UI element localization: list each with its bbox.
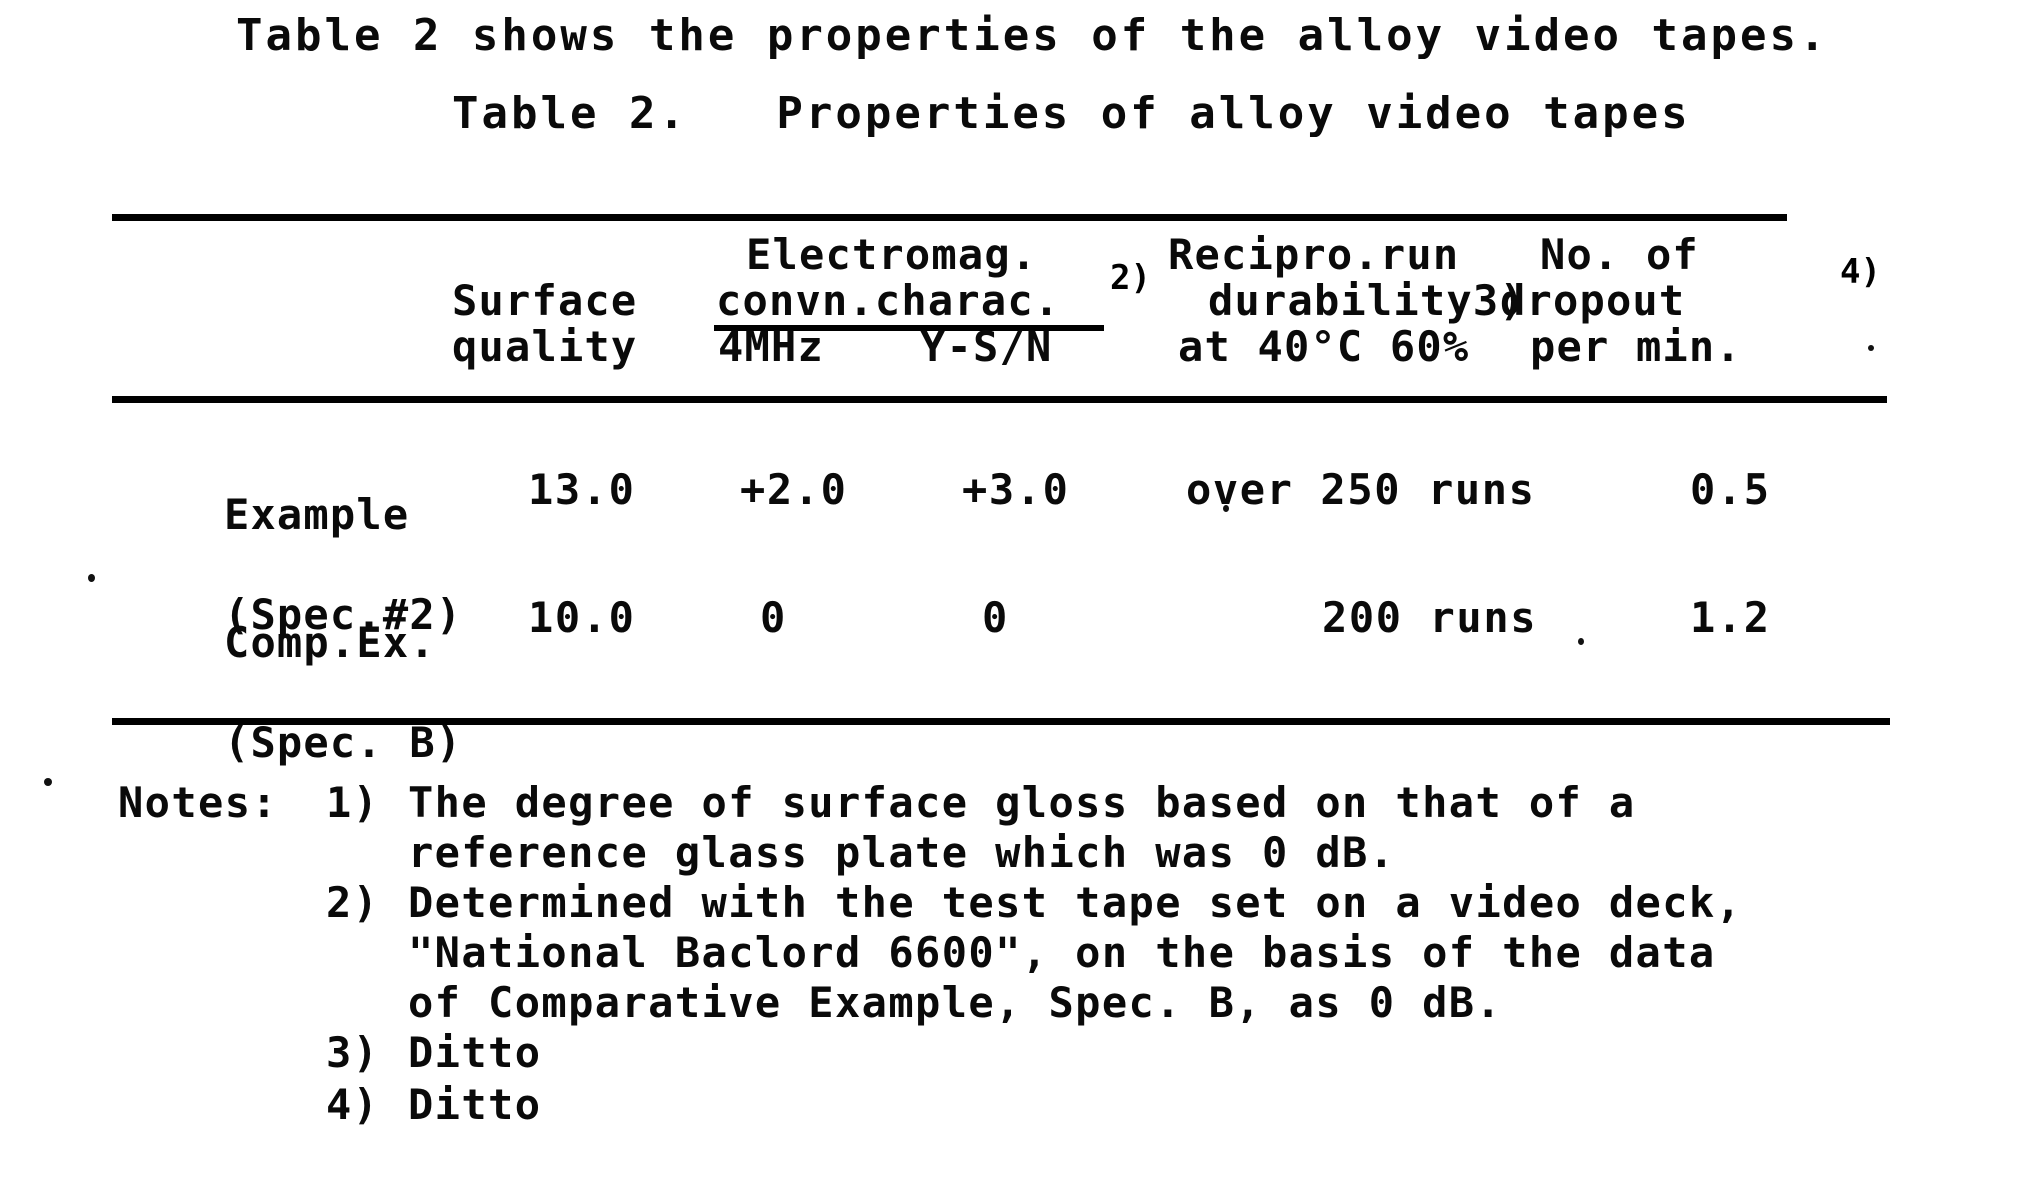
column-header-electromag-line2: convn.charac. — [716, 276, 1061, 325]
cell-em-ysn: +3.0 — [962, 465, 1070, 514]
column-header-surface-quality-line1: Surface — [452, 276, 638, 325]
note-2-line-1: Determined with the test tape set on a v… — [408, 878, 1743, 927]
intro-sentence: Table 2 shows the properties of the allo… — [236, 10, 1829, 61]
cell-dropout: 1.2 — [1690, 593, 1771, 642]
column-subheader-y-s-n: Y-S/N — [920, 322, 1053, 371]
cell-em-4mhz: 0 — [760, 593, 787, 642]
notes-label: Notes: — [118, 778, 279, 827]
column-header-surface-quality-line2: quality — [452, 322, 638, 371]
footnote-marker-2: 2) — [1110, 258, 1151, 298]
scan-speckle-icon — [1578, 638, 1584, 645]
column-header-durability-line1: Recipro.run — [1168, 230, 1460, 279]
row-label-line1: Comp.Ex. — [223, 618, 436, 667]
note-1-line-1: The degree of surface gloss based on tha… — [408, 778, 1636, 827]
column-header-electromag-line1: Electromag. — [746, 230, 1038, 279]
note-2-line-3: of Comparative Example, Spec. B, as 0 dB… — [408, 978, 1503, 1027]
note-4-line-1: Ditto — [408, 1080, 542, 1129]
column-header-dropout-line1: No. of — [1540, 230, 1699, 279]
cell-em-4mhz: +2.0 — [740, 465, 848, 514]
scan-speckle-icon — [88, 574, 95, 582]
column-header-dropout-line2: dropout — [1500, 276, 1686, 325]
note-number-4: 4) — [326, 1080, 380, 1129]
scan-speckle-icon — [1868, 345, 1874, 351]
cell-em-ysn: 0 — [982, 593, 1009, 642]
cell-durability: 200 runs — [1322, 593, 1538, 642]
table-caption: Table 2. Properties of alloy video tapes — [452, 88, 1691, 139]
column-header-durability-line3: at 40°C 60% — [1178, 322, 1470, 371]
note-number-1: 1) — [326, 778, 380, 827]
row-label-line1: Example — [223, 490, 410, 539]
cell-dropout: 0.5 — [1690, 465, 1771, 514]
column-subheader-4mhz: 4MHz — [718, 322, 824, 371]
note-1-line-2: reference glass plate which was 0 dB. — [408, 828, 1396, 877]
cell-surface-quality: 13.0 — [528, 465, 636, 514]
column-header-dropout-line3: per min. — [1530, 322, 1742, 371]
footnote-marker-4: 4) — [1840, 252, 1881, 292]
table-top-rule — [112, 214, 1787, 221]
note-3-line-1: Ditto — [408, 1028, 542, 1077]
note-2-line-2: "National Baclord 6600", on the basis of… — [408, 928, 1716, 977]
cell-surface-quality: 10.0 — [528, 593, 636, 642]
table-header-rule — [112, 396, 1887, 403]
note-number-3: 3) — [326, 1028, 380, 1077]
cell-durability: over 250 runs — [1186, 465, 1536, 514]
scan-speckle-icon — [1223, 505, 1229, 512]
column-header-durability-line2: durability3) — [1208, 276, 1526, 325]
scan-speckle-icon — [44, 778, 52, 786]
document-page: Table 2 shows the properties of the allo… — [0, 0, 2030, 1191]
row-label-line2: (Spec. B) — [223, 718, 463, 767]
note-number-2: 2) — [326, 878, 380, 927]
